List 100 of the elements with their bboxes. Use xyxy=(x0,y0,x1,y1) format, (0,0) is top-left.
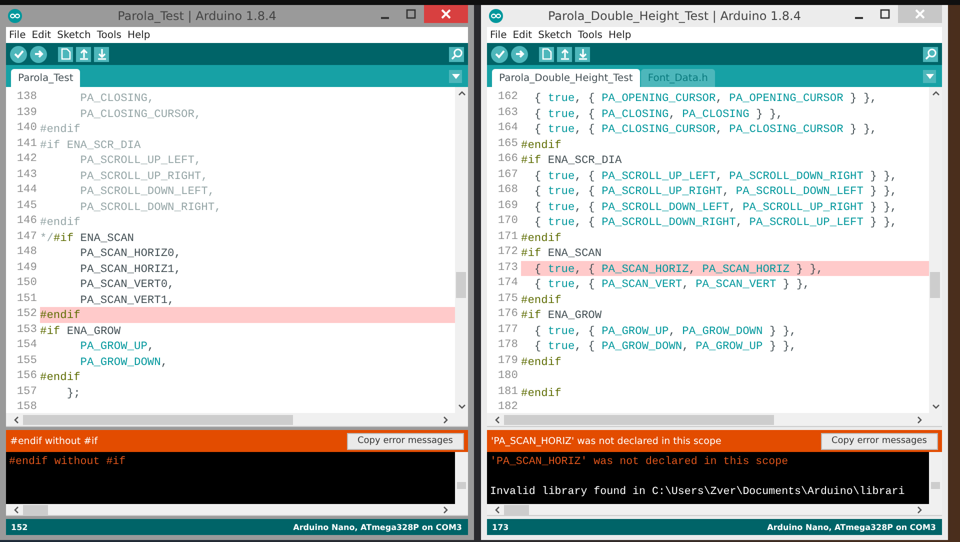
scrollbar-thumb[interactable] xyxy=(504,414,774,424)
upload-button[interactable] xyxy=(30,46,47,62)
search-icon xyxy=(924,48,936,60)
code-line: { true, { PA_GROW_UP, PA_GROW_DOWN } }, xyxy=(533,326,796,338)
chevron-down-icon[interactable] xyxy=(932,404,940,409)
menu-item[interactable]: Tools xyxy=(96,30,122,40)
verify-button[interactable] xyxy=(10,46,27,62)
code-line: #if ENA_SCR_DIA xyxy=(521,155,622,167)
code-line: PA_SCAN_HORIZ0, xyxy=(79,248,181,260)
open-button[interactable] xyxy=(557,46,572,62)
code-line: PA_SCROLL_DOWN_LEFT, xyxy=(79,186,215,198)
file-tab[interactable]: Parola_Double_Height_Test xyxy=(492,69,640,87)
code-line: #if ENA_GROW xyxy=(40,326,121,338)
console-line: #endif without #if xyxy=(9,455,127,470)
serial-monitor-button[interactable] xyxy=(923,46,938,62)
chevron-left-icon[interactable] xyxy=(14,506,19,514)
close-button[interactable] xyxy=(424,5,468,23)
console-line: Invalid library found in C:\Users\Zver\Documents\Arduino\librari xyxy=(490,485,906,500)
line-indicator: 173 xyxy=(492,522,509,532)
chevron-left-icon[interactable] xyxy=(495,506,500,514)
menu-item[interactable]: Edit xyxy=(32,30,52,40)
menu-item[interactable]: Tools xyxy=(578,30,602,40)
code-line: { true, { PA_SCAN_VERT, PA_SCAN_VERT } }, xyxy=(533,279,810,291)
new-button[interactable] xyxy=(58,46,73,62)
horizontal-scrollbar[interactable] xyxy=(6,413,468,427)
search-icon xyxy=(450,48,462,60)
save-button[interactable] xyxy=(94,46,109,62)
chevron-right-icon[interactable] xyxy=(917,506,922,514)
scrollbar-thumb[interactable] xyxy=(930,272,940,298)
chevron-right-icon[interactable] xyxy=(917,416,922,424)
maximize-icon xyxy=(406,9,416,19)
code-line: #endif xyxy=(521,388,562,400)
vertical-scrollbar[interactable] xyxy=(929,452,942,504)
code-line: }; xyxy=(66,388,80,400)
chevron-left-icon[interactable] xyxy=(14,416,19,424)
code-line: PA_SCAN_VERT1, xyxy=(79,294,174,306)
serial-monitor-button[interactable] xyxy=(449,46,464,62)
menu-item[interactable]: Edit xyxy=(512,30,532,40)
code-line: #endif xyxy=(40,217,80,229)
code-line: PA_SCROLL_UP_RIGHT, xyxy=(79,170,208,182)
menu-item[interactable]: Help xyxy=(127,30,150,40)
code-line: PA_SCROLL_UP_LEFT, xyxy=(79,155,202,167)
close-icon xyxy=(915,9,925,19)
code-line: #endif xyxy=(521,356,562,368)
code-line: #endif xyxy=(40,372,80,384)
upload-button[interactable] xyxy=(511,46,528,62)
minimize-icon xyxy=(855,16,863,18)
chevron-down-icon[interactable] xyxy=(458,404,466,409)
chevron-up-icon[interactable] xyxy=(932,91,940,96)
menu-item[interactable]: File xyxy=(490,30,507,40)
scrollbar-thumb[interactable] xyxy=(504,504,529,514)
scrollbar-thumb[interactable] xyxy=(456,272,466,298)
chevron-up-icon[interactable] xyxy=(458,91,466,96)
code-line: PA_GROW_UP, xyxy=(79,341,154,353)
console-line: 'PA_SCAN_HORIZ' was not declared in this scope xyxy=(490,455,790,470)
code-line: PA_SCROLL_DOWN_RIGHT, xyxy=(79,202,222,214)
scrollbar-thumb[interactable] xyxy=(931,482,940,489)
vertical-scrollbar[interactable] xyxy=(455,87,468,413)
caret-icon xyxy=(452,74,460,78)
tab-menu-button[interactable] xyxy=(449,70,462,82)
file-tab[interactable]: Parola_Test xyxy=(11,69,80,87)
scrollbar-thumb[interactable] xyxy=(23,504,48,514)
chevron-left-icon[interactable] xyxy=(495,416,500,424)
scrollbar-thumb[interactable] xyxy=(457,482,466,489)
copy-error-button[interactable]: Copy error messages xyxy=(346,432,464,450)
minimize-icon xyxy=(381,16,389,18)
window-title: Parola_Test | Arduino 1.8.4 xyxy=(116,9,278,23)
arrow-right-icon xyxy=(32,48,44,60)
code-line: #if ENA_GROW xyxy=(521,310,602,322)
chevron-right-icon[interactable] xyxy=(443,416,448,424)
error-message: #endif without #if xyxy=(10,436,98,446)
menu-item[interactable]: Help xyxy=(608,30,632,40)
arrow-right-icon xyxy=(514,48,526,60)
line-indicator: 152 xyxy=(11,522,28,532)
new-button[interactable] xyxy=(539,46,554,62)
tab-menu-button[interactable] xyxy=(923,70,936,82)
code-line: PA_CLOSING_CURSOR, xyxy=(79,108,202,120)
document-icon xyxy=(60,48,70,60)
horizontal-scrollbar[interactable] xyxy=(487,413,942,427)
save-button[interactable] xyxy=(575,46,590,62)
vertical-scrollbar[interactable] xyxy=(929,87,942,413)
checkmark-icon xyxy=(494,48,506,60)
code-line: #endif xyxy=(521,140,562,152)
code-line: #if ENA_SCAN xyxy=(521,248,602,260)
horizontal-scrollbar[interactable] xyxy=(487,504,942,516)
horizontal-scrollbar[interactable] xyxy=(6,504,468,516)
document-icon xyxy=(542,48,552,60)
code-line: #endif xyxy=(40,124,80,136)
open-button[interactable] xyxy=(76,46,91,62)
scrollbar-thumb[interactable] xyxy=(23,414,293,424)
menu-item[interactable]: Sketch xyxy=(538,30,572,40)
vertical-scrollbar[interactable] xyxy=(455,452,468,504)
menu-item[interactable]: Sketch xyxy=(57,30,91,40)
checkmark-icon xyxy=(12,48,24,60)
code-line: { true, { PA_SCROLL_UP_RIGHT, PA_SCROLL_DOWN_LEFT } }, xyxy=(533,186,898,198)
code-line: { true, { PA_SCROLL_DOWN_RIGHT, PA_SCROLL_UP_LEFT } }, xyxy=(533,217,898,229)
verify-button[interactable] xyxy=(491,46,508,62)
copy-error-button[interactable]: Copy error messages xyxy=(820,432,938,450)
chevron-right-icon[interactable] xyxy=(443,506,448,514)
menu-item[interactable]: File xyxy=(9,30,26,40)
